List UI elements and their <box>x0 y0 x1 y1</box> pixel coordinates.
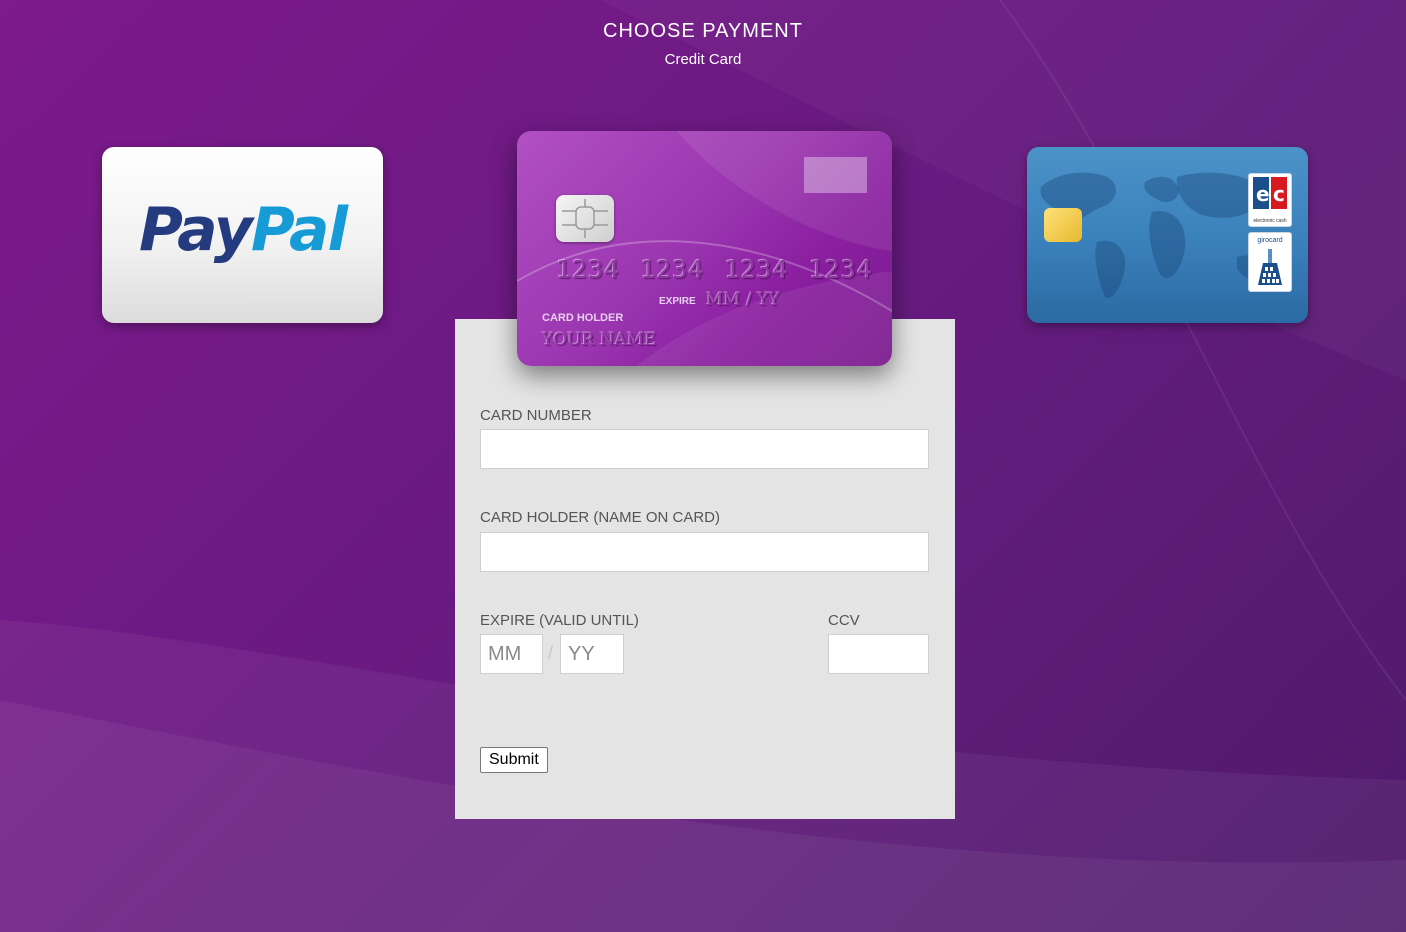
card-holder-input[interactable] <box>480 532 929 572</box>
paypal-option-card[interactable]: PayPal <box>102 147 383 323</box>
expire-label: EXPIRE (VALID UNTIL) <box>480 612 639 629</box>
paypal-logo-pal: Pal <box>250 195 348 265</box>
card-holder-display: YOUR NAME <box>542 330 657 350</box>
payment-form: CARD NUMBER CARD HOLDER (NAME ON CARD) E… <box>455 319 955 819</box>
girocard-text: girocard <box>1257 237 1283 244</box>
card-expire-display: MM / YY <box>706 290 780 310</box>
ccv-input[interactable] <box>828 634 929 674</box>
card-holder-label: CARD HOLDER <box>542 312 624 324</box>
ec-card-option-card[interactable]: e c electronic cash girocard <box>1027 147 1308 323</box>
paypal-logo: PayPal <box>102 195 383 265</box>
card-logo-slot <box>804 157 867 193</box>
card-expire-label: EXPIRE <box>659 296 696 307</box>
card-holder-field-label: CARD HOLDER (NAME ON CARD) <box>480 509 721 526</box>
expire-separator: / <box>548 643 554 663</box>
paypal-logo-pay: Pay <box>138 195 253 265</box>
svg-text:e: e <box>1256 182 1270 206</box>
ec-logo-icon: e c electronic cash <box>1248 173 1292 227</box>
svg-text:c: c <box>1273 182 1285 206</box>
expire-month-input[interactable] <box>480 634 543 674</box>
card-number-display: 1234 1234 1234 1234 <box>556 255 873 284</box>
expire-year-input[interactable] <box>560 634 624 674</box>
page-subtitle: Credit Card <box>664 51 742 68</box>
girocard-logo-icon: girocard <box>1248 232 1292 292</box>
ec-chip-icon <box>1044 208 1082 242</box>
ec-badge-text: electronic cash <box>1253 218 1287 224</box>
page-title: CHOOSE PAYMENT <box>603 20 803 42</box>
chip-icon <box>556 195 614 242</box>
card-number-label: CARD NUMBER <box>480 407 592 424</box>
card-number-input[interactable] <box>480 429 929 469</box>
credit-card-option-card[interactable]: 1234 1234 1234 1234 EXPIRE MM / YY CARD … <box>517 131 892 366</box>
page-header: CHOOSE PAYMENT Credit Card <box>0 20 1406 68</box>
submit-button[interactable]: Submit <box>480 747 548 773</box>
ccv-label: CCV <box>828 612 860 629</box>
